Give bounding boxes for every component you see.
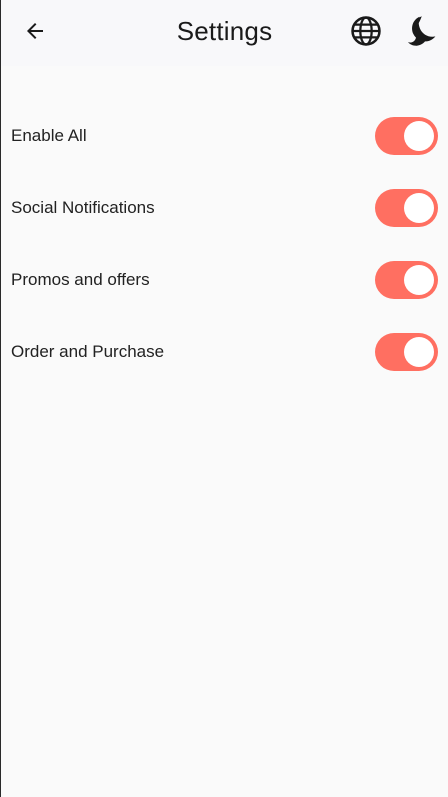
setting-label: Social Notifications — [11, 198, 155, 217]
theme-toggle-button[interactable] — [401, 13, 441, 53]
globe-icon — [349, 14, 383, 53]
enable-all-toggle[interactable] — [375, 117, 438, 155]
setting-row-social-notifications: Social Notifications — [1, 172, 448, 244]
app-bar: Settings — [1, 0, 448, 66]
social-notifications-toggle[interactable] — [375, 189, 438, 227]
setting-row-promos-and-offers: Promos and offers — [1, 244, 448, 316]
setting-label: Promos and offers — [11, 270, 150, 289]
toggle-knob — [404, 121, 434, 151]
settings-list: Enable All Social Notifications Promos a… — [1, 100, 448, 388]
dark-mode-icon — [403, 13, 439, 54]
promos-and-offers-toggle[interactable] — [375, 261, 438, 299]
toggle-knob — [404, 193, 434, 223]
setting-label: Enable All — [11, 126, 87, 145]
toggle-knob — [404, 265, 434, 295]
language-button[interactable] — [347, 14, 385, 52]
toggle-knob — [404, 337, 434, 367]
setting-label: Order and Purchase — [11, 342, 165, 361]
setting-row-enable-all: Enable All — [1, 100, 448, 172]
setting-row-order-and-purchase: Order and Purchase — [1, 316, 448, 388]
order-and-purchase-toggle[interactable] — [375, 333, 438, 371]
